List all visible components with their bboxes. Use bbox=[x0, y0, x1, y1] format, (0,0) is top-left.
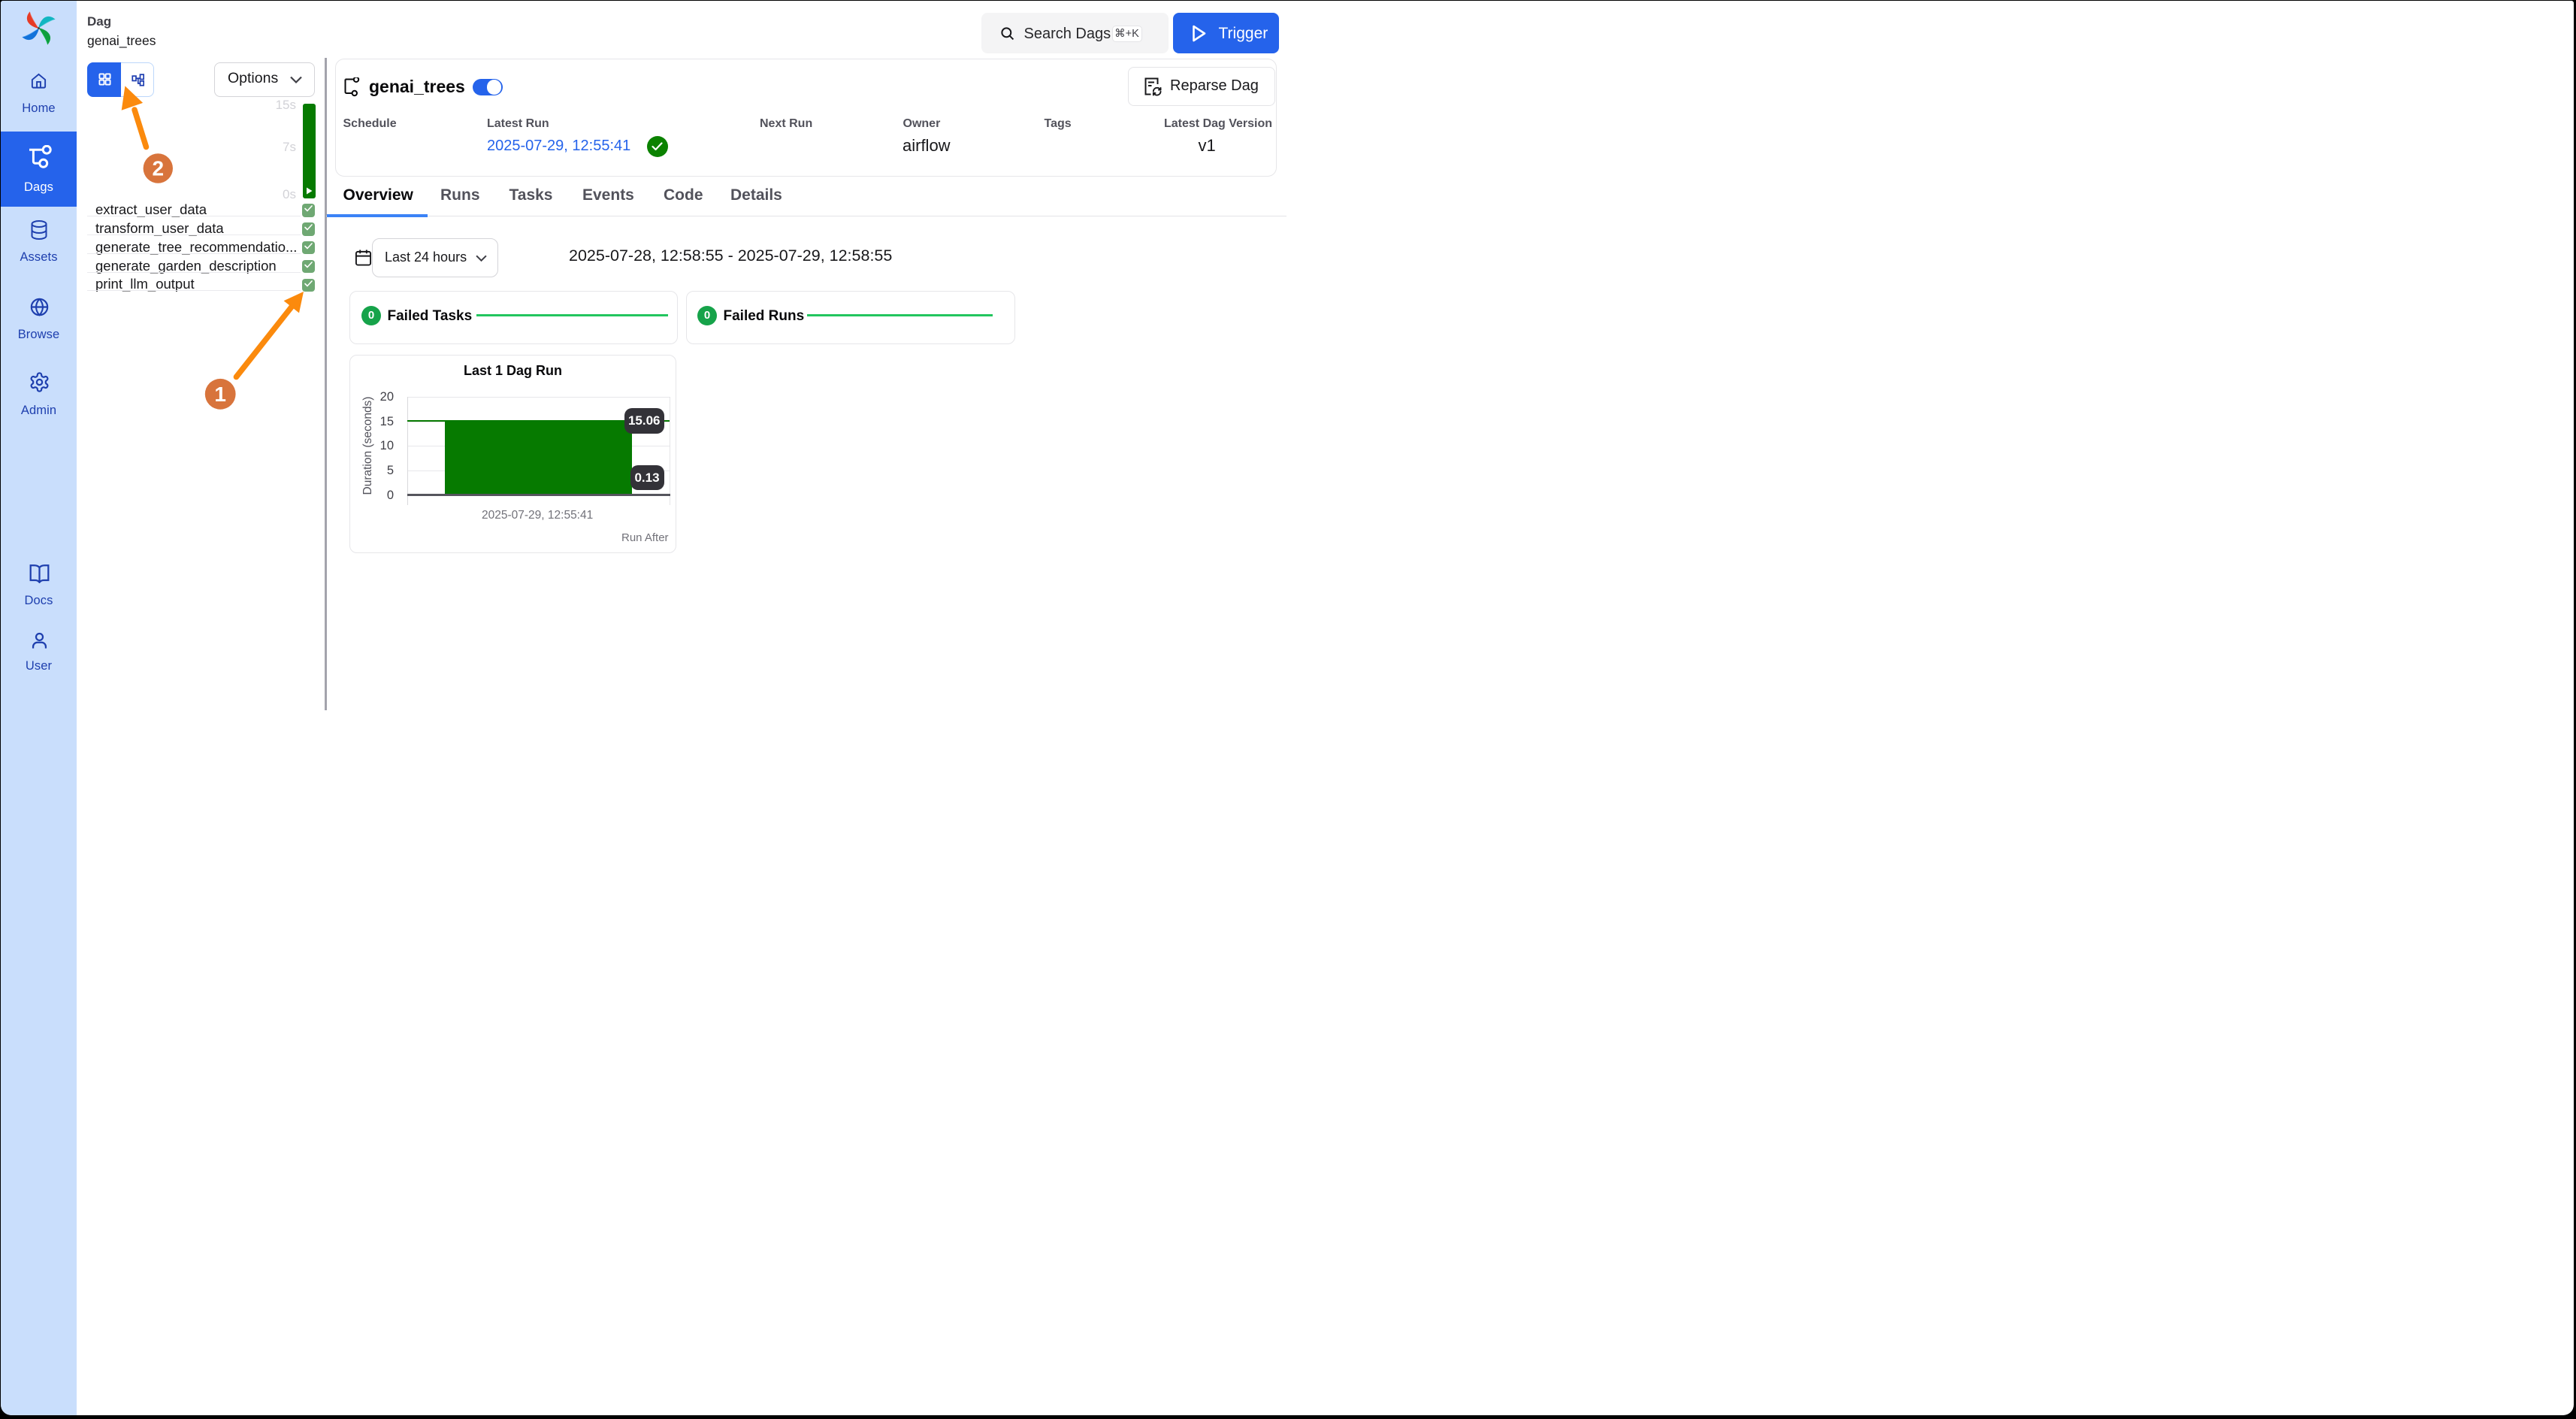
svg-text:1: 1 bbox=[214, 383, 226, 406]
svg-text:2: 2 bbox=[153, 157, 165, 180]
